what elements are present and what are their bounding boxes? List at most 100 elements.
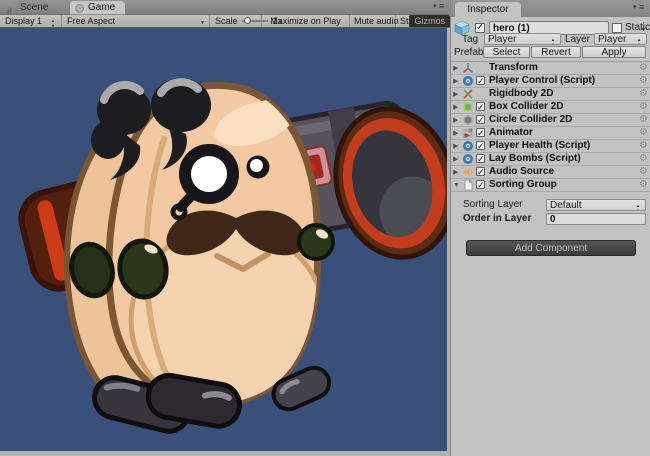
sorting-layer-label: Sorting Layer <box>463 199 522 211</box>
game-panel: Scene Game Display 1 Free Aspect Scale 1… <box>0 0 450 456</box>
sorting-group-icon <box>462 179 474 191</box>
order-in-layer-field[interactable] <box>546 213 646 225</box>
foldout-icon[interactable] <box>453 62 461 75</box>
box-collider2d-icon <box>462 101 474 113</box>
gameobject-active-checkbox[interactable] <box>475 23 485 33</box>
gear-icon[interactable] <box>639 179 648 191</box>
game-view-toolbar: Display 1 Free Aspect Scale 1x Maximize … <box>0 15 450 28</box>
audio-source-icon <box>462 166 474 178</box>
gear-icon[interactable] <box>639 62 648 74</box>
prefab-row: Prefab Select Revert Apply <box>451 46 650 59</box>
scale-slider-group: Scale 1x <box>210 15 262 27</box>
maximize-on-play-button[interactable]: Maximize on Play <box>262 15 350 27</box>
tag-label: Tag <box>462 33 478 46</box>
tab-scene[interactable]: Scene <box>2 1 58 15</box>
mute-audio-button[interactable]: Mute audio <box>350 15 396 27</box>
circle-collider2d-icon <box>462 114 474 126</box>
gear-icon[interactable] <box>639 140 648 152</box>
foldout-icon[interactable] <box>453 88 461 101</box>
inspector-tab-strip: Inspector <box>451 0 650 17</box>
foldout-icon[interactable] <box>453 114 461 127</box>
component-enabled-checkbox[interactable] <box>476 154 485 163</box>
gear-icon[interactable] <box>639 127 648 139</box>
component-enabled-checkbox[interactable] <box>476 115 485 124</box>
panel-menu-icon[interactable] <box>633 4 647 13</box>
popup-arrows-icon <box>637 35 644 45</box>
layer-label: Layer <box>565 33 590 46</box>
script-icon <box>462 140 474 152</box>
gear-icon[interactable] <box>639 153 648 165</box>
panel-menu-icon[interactable] <box>433 3 447 12</box>
inspector-panel: Inspector Static Tag Player Layer Player <box>450 0 650 456</box>
gear-icon[interactable] <box>639 166 648 178</box>
component-enabled-checkbox[interactable] <box>476 167 485 176</box>
prefab-select-button[interactable]: Select <box>483 46 530 58</box>
scale-slider-knob[interactable] <box>244 17 251 24</box>
component-row-animator[interactable]: Animator <box>451 127 650 140</box>
prefab-label: Prefab <box>454 46 483 59</box>
grid-hash-icon <box>7 4 16 13</box>
tab-scene-label: Scene <box>20 2 48 13</box>
foldout-icon[interactable] <box>453 127 461 140</box>
gear-icon[interactable] <box>639 75 648 87</box>
static-checkbox[interactable] <box>612 23 622 33</box>
component-row-audio-source[interactable]: Audio Source <box>451 166 650 179</box>
foldout-icon[interactable] <box>453 140 461 153</box>
component-enabled-checkbox[interactable] <box>476 76 485 85</box>
foldout-icon[interactable] <box>453 75 461 88</box>
tab-game-label: Game <box>88 2 115 13</box>
component-row-rigidbody2d[interactable]: Rigidbody 2D <box>451 88 650 101</box>
foldout-icon[interactable] <box>453 153 461 166</box>
scale-label: Scale <box>215 16 238 26</box>
game-panel-tab-strip: Scene Game <box>0 0 450 15</box>
game-icon <box>75 4 84 13</box>
foldout-icon[interactable] <box>453 179 461 192</box>
game-viewport[interactable] <box>0 28 447 451</box>
popup-arrows-icon <box>551 35 558 45</box>
component-row-circle-collider2d[interactable]: Circle Collider 2D <box>451 114 650 127</box>
animator-icon <box>462 127 474 139</box>
component-enabled-checkbox[interactable] <box>476 141 485 150</box>
sorting-group-properties: Sorting Layer Default Order in Layer <box>451 197 650 227</box>
component-row-box-collider2d[interactable]: Box Collider 2D <box>451 101 650 114</box>
gizmos-dropdown[interactable]: Gizmos <box>409 15 450 27</box>
transform-icon <box>462 62 474 74</box>
popup-arrows-icon <box>636 201 643 211</box>
component-list: Transform Player Control (Script) <box>451 61 650 192</box>
gear-icon[interactable] <box>639 101 648 113</box>
component-row-sorting-group[interactable]: Sorting Group <box>451 179 650 192</box>
component-enabled-checkbox[interactable] <box>476 128 485 137</box>
gear-icon[interactable] <box>639 88 648 100</box>
tab-inspector[interactable]: Inspector <box>455 2 521 17</box>
aspect-dropdown[interactable]: Free Aspect <box>62 15 210 27</box>
tag-dropdown[interactable]: Player <box>484 33 561 45</box>
prefab-revert-button[interactable]: Revert <box>531 46 581 58</box>
script-icon <box>462 153 474 165</box>
tab-game[interactable]: Game <box>70 1 125 15</box>
add-component-button[interactable]: Add Component <box>466 240 636 256</box>
sorting-layer-dropdown[interactable]: Default <box>546 199 646 211</box>
component-row-lay-bombs[interactable]: Lay Bombs (Script) <box>451 153 650 166</box>
component-row-player-control[interactable]: Player Control (Script) <box>451 75 650 88</box>
component-enabled-checkbox[interactable] <box>476 102 485 111</box>
chevron-down-icon <box>200 15 205 29</box>
component-enabled-checkbox[interactable] <box>476 180 485 189</box>
prefab-apply-button[interactable]: Apply <box>582 46 646 58</box>
rigidbody2d-icon <box>462 88 474 100</box>
sorting-layer-row: Sorting Layer Default <box>451 199 650 211</box>
layer-dropdown[interactable]: Player <box>594 33 647 45</box>
foldout-icon[interactable] <box>453 101 461 114</box>
component-row-player-health[interactable]: Player Health (Script) <box>451 140 650 153</box>
script-icon <box>462 75 474 87</box>
game-panel-bottom-edge <box>0 451 450 456</box>
display-dropdown[interactable]: Display 1 <box>0 15 62 27</box>
order-in-layer-label: Order in Layer <box>463 213 531 225</box>
tag-layer-row: Tag Player Layer Player <box>451 33 650 46</box>
game-character-render <box>0 28 447 451</box>
gear-icon[interactable] <box>639 114 648 126</box>
popup-arrows-icon <box>51 16 58 26</box>
component-row-transform[interactable]: Transform <box>451 62 650 75</box>
foldout-icon[interactable] <box>453 166 461 179</box>
unity-editor-window: Scene Game Display 1 Free Aspect Scale 1… <box>0 0 650 456</box>
order-in-layer-row: Order in Layer <box>451 213 650 225</box>
